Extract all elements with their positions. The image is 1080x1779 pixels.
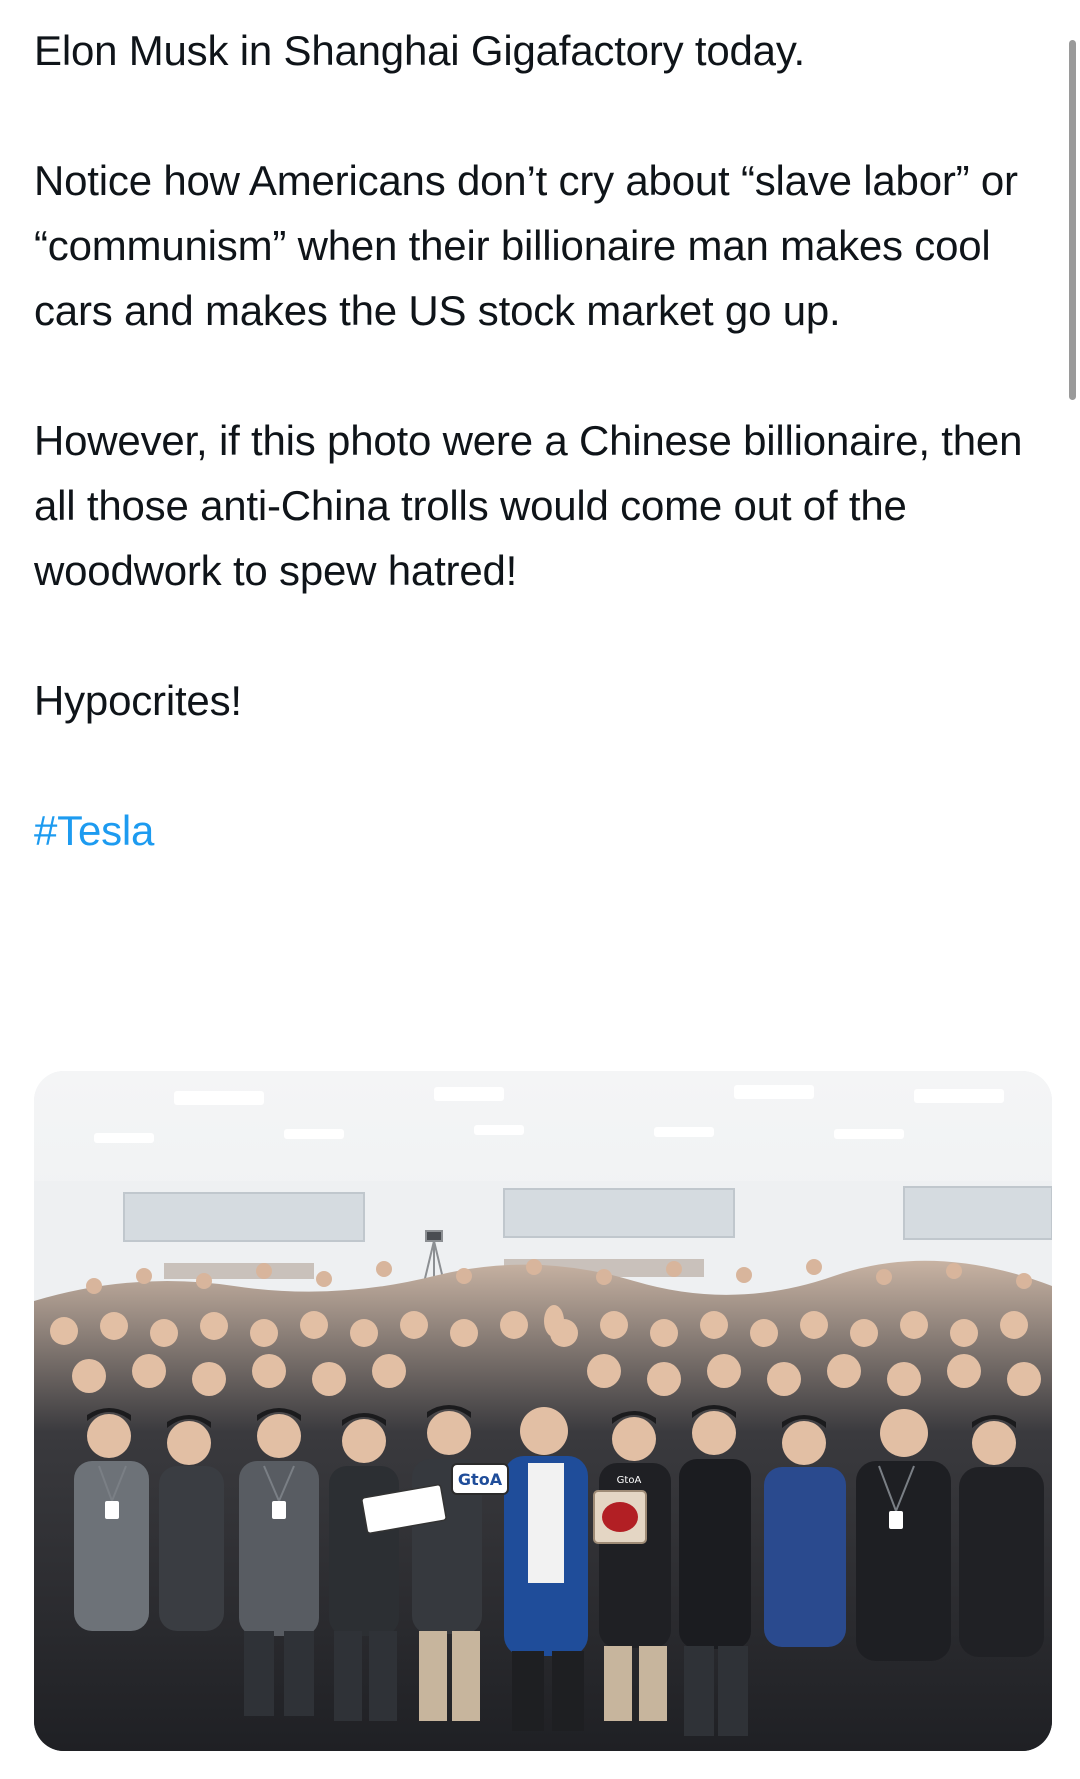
group-photo-illustration: GtoA GtoA (34, 1071, 1052, 1751)
tweet-text: Elon Musk in Shanghai Gigafactory today.… (34, 18, 1044, 928)
tweet-paragraph-notice: Notice how Americans don’t cry about “sl… (34, 157, 1018, 334)
sign-text: GtoA (458, 1470, 503, 1489)
shirt-text: GtoA (617, 1475, 642, 1486)
hashtag-paragraph: #Tesla (34, 798, 1044, 863)
windows (123, 1186, 1052, 1242)
waving-hand (544, 1305, 564, 1337)
hashtag-link[interactable]: #Tesla (34, 807, 154, 854)
tweet-paragraph-however: However, if this photo were a Chinese bi… (34, 417, 1023, 594)
tweet-paragraph-closing: Hypocrites! (34, 677, 242, 724)
scrollbar[interactable] (1069, 40, 1076, 400)
held-sign: GtoA (451, 1463, 509, 1495)
red-plaque (593, 1490, 647, 1544)
tweet-line-intro: Elon Musk in Shanghai Gigafactory today. (34, 27, 805, 74)
tweet-photo[interactable]: GtoA GtoA (34, 1071, 1052, 1751)
